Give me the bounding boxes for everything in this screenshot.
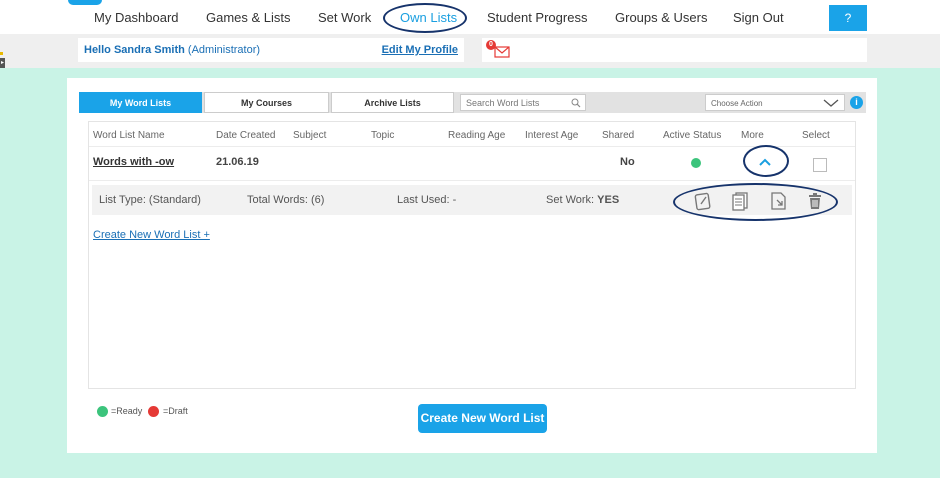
header-date-created: Date Created <box>216 130 276 141</box>
side-handle[interactable]: ▸ <box>0 52 5 68</box>
nav-my-dashboard[interactable]: My Dashboard <box>94 10 179 25</box>
nav-student-progress[interactable]: Student Progress <box>487 10 587 25</box>
set-work-value: YES <box>597 194 620 206</box>
select-checkbox[interactable] <box>813 158 827 172</box>
draft-legend-dot <box>148 406 159 417</box>
chevron-down-icon <box>823 99 839 107</box>
shared-cell: No <box>620 156 635 168</box>
header-subject: Subject <box>293 130 327 141</box>
header-reading-age: Reading Age <box>448 130 506 141</box>
main-nav: My Dashboard Games & Lists Set Work Own … <box>0 0 940 34</box>
header-active-status: Active Status <box>663 130 722 141</box>
edit-profile-link[interactable]: Edit My Profile <box>382 44 458 56</box>
search-word-lists-input[interactable]: Search Word Lists <box>460 94 586 111</box>
search-placeholder: Search Word Lists <box>466 98 540 108</box>
header-word-list-name: Word List Name <box>93 130 165 141</box>
header-shared: Shared <box>602 130 635 141</box>
greeting-text: Hello Sandra Smith <box>84 44 185 56</box>
word-list-table <box>88 121 856 389</box>
messages-box: 0 <box>482 38 867 62</box>
greeting-box: Hello Sandra Smith (Administrator) Edit … <box>78 38 464 62</box>
top-navigation-bar: My Dashboard Games & Lists Set Work Own … <box>0 0 940 34</box>
choose-action-value: Choose Action <box>711 99 763 108</box>
archive-list-icon[interactable] <box>769 191 787 211</box>
search-icon[interactable] <box>571 98 581 108</box>
edit-list-icon[interactable] <box>694 191 712 211</box>
user-role: (Administrator) <box>187 44 261 56</box>
chevron-up-icon[interactable] <box>758 158 772 166</box>
set-work-label: Set Work: <box>546 194 595 206</box>
help-button[interactable]: ? <box>829 5 867 31</box>
create-new-word-list-button[interactable]: Create New Word List <box>418 404 547 433</box>
message-count-badge: 0 <box>486 40 496 50</box>
copy-list-icon[interactable] <box>731 191 749 211</box>
nav-games-lists[interactable]: Games & Lists <box>206 10 291 25</box>
tab-archive-lists[interactable]: Archive Lists <box>331 92 454 113</box>
header-interest-age: Interest Age <box>525 130 579 141</box>
header-topic: Topic <box>371 130 395 141</box>
nav-groups-users[interactable]: Groups & Users <box>615 10 707 25</box>
header-divider <box>89 146 855 147</box>
choose-action-select[interactable]: Choose Action <box>705 94 845 111</box>
header-more: More <box>741 130 764 141</box>
last-used-text: Last Used: - <box>397 194 457 206</box>
row-divider <box>89 180 855 181</box>
word-list-name-link[interactable]: Words with -ow <box>93 156 174 168</box>
draft-legend-label: =Draft <box>163 406 188 416</box>
create-new-word-list-link[interactable]: Create New Word List + <box>93 229 210 241</box>
set-work-status: Set Work: YES <box>546 194 619 206</box>
delete-list-icon[interactable] <box>806 191 824 211</box>
nav-set-work[interactable]: Set Work <box>318 10 371 25</box>
header-select: Select <box>802 130 830 141</box>
ready-legend-dot <box>97 406 108 417</box>
tab-my-courses[interactable]: My Courses <box>204 92 329 113</box>
own-lists-highlight-circle <box>383 3 467 33</box>
total-words-text: Total Words: (6) <box>247 194 325 206</box>
ready-legend-label: =Ready <box>111 406 143 416</box>
nav-sign-out[interactable]: Sign Out <box>733 10 784 25</box>
tab-my-word-lists[interactable]: My Word Lists <box>79 92 202 113</box>
info-icon[interactable]: i <box>850 96 863 109</box>
date-created-cell: 21.06.19 <box>216 156 259 168</box>
active-status-ready-indicator <box>691 158 701 168</box>
list-type-text: List Type: (Standard) <box>99 194 201 206</box>
